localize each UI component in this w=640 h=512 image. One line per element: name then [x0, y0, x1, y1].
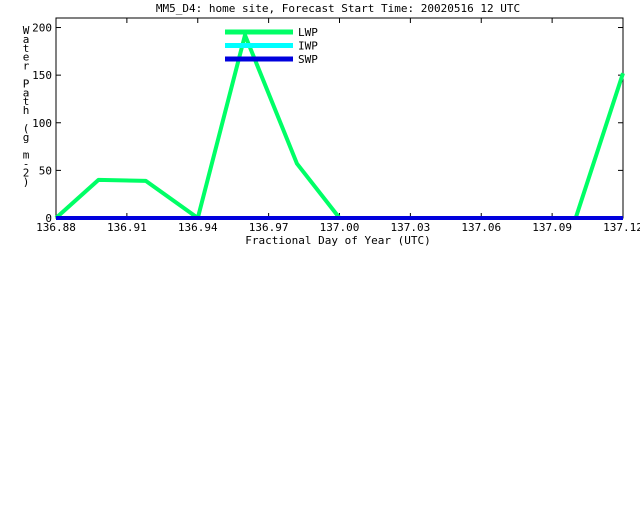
x-tick-label: 137.00 — [320, 221, 360, 234]
plot-frame — [55, 17, 624, 219]
x-tick-label: 136.97 — [249, 221, 289, 234]
x-tick-label: 137.09 — [532, 221, 572, 234]
x-axis-label: Fractional Day of Year (UTC) — [245, 234, 430, 247]
water-path-chart: MM5_D4: home site, Forecast Start Time: … — [23, 2, 640, 247]
y-tick-label: 150 — [32, 69, 52, 82]
y-tick-label: 200 — [32, 22, 52, 35]
x-tick-label: 137.03 — [391, 221, 431, 234]
y-tick-label: 0 — [45, 212, 52, 225]
y-label-char: h — [23, 104, 30, 117]
x-tick-label: 137.06 — [461, 221, 501, 234]
axes: 136.88 136.91 136.94 136.97 137.00 137.03 137.… — [32, 17, 640, 234]
legend-label-swp: SWP — [298, 53, 318, 66]
legend: LWPIWPSWP — [225, 26, 318, 66]
x-tick-label: 137.12 — [603, 221, 640, 234]
y-axis-label: Water Path (g m-2) — [23, 24, 30, 188]
series-line-lwp — [54, 33, 625, 220]
y-label-char: r — [23, 60, 30, 73]
legend-label-lwp: LWP — [298, 26, 318, 39]
series-lines — [54, 33, 625, 220]
y-tick-label: 50 — [39, 164, 52, 177]
y-label-char: ) — [23, 175, 30, 188]
y-label-char: g — [23, 131, 30, 144]
y-tick-label: 100 — [32, 117, 52, 130]
x-tick-label: 136.88 — [36, 221, 76, 234]
chart-title: MM5_D4: home site, Forecast Start Time: … — [156, 2, 520, 15]
x-tick-label: 136.91 — [107, 221, 147, 234]
x-tick-label: 136.94 — [178, 221, 218, 234]
legend-label-iwp: IWP — [298, 40, 318, 53]
